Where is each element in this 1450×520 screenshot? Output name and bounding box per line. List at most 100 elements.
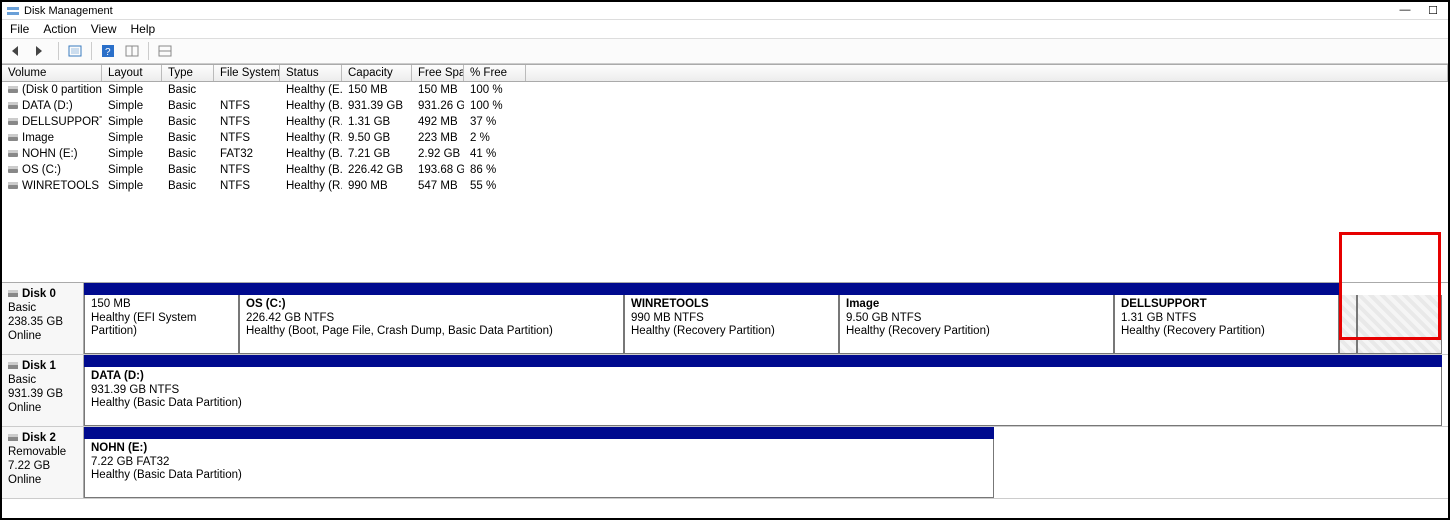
partition[interactable]: DATA (D:)931.39 GB NTFSHealthy (Basic Da…	[84, 367, 1442, 426]
disk-status: Online	[8, 473, 77, 487]
partition[interactable]: WINRETOOLS990 MB NTFSHealthy (Recovery P…	[624, 295, 839, 354]
window-title: Disk Management	[24, 5, 113, 17]
col-pctfree[interactable]: % Free	[464, 65, 526, 81]
cell-capacity: 9.50 GB	[342, 130, 412, 146]
partitions: NOHN (E:)7.22 GB FAT32Healthy (Basic Dat…	[84, 439, 1448, 498]
menu-help[interactable]: Help	[131, 22, 156, 36]
col-layout[interactable]: Layout	[102, 65, 162, 81]
cell-free: 223 MB	[412, 130, 464, 146]
cell-volume: WINRETOOLS	[2, 178, 102, 194]
cell-layout: Simple	[102, 162, 162, 178]
unallocated-space[interactable]	[1339, 295, 1357, 354]
disk-row[interactable]: Disk 0Basic238.35 GBOnline150 MBHealthy …	[2, 283, 1448, 355]
cell-volume: NOHN (E:)	[2, 146, 102, 162]
partition-strip: DATA (D:)931.39 GB NTFSHealthy (Basic Da…	[84, 355, 1448, 426]
disk-row[interactable]: Disk 2Removable7.22 GBOnlineNOHN (E:)7.2…	[2, 427, 1448, 499]
disk-row[interactable]: Disk 1Basic931.39 GBOnlineDATA (D:)931.3…	[2, 355, 1448, 427]
partition-status: Healthy (Recovery Partition)	[1121, 325, 1332, 339]
partition[interactable]: 150 MBHealthy (EFI System Partition)	[84, 295, 239, 354]
maximize-button[interactable]: ☐	[1426, 4, 1440, 17]
col-volume[interactable]: Volume	[2, 65, 102, 81]
cell-pctfree: 37 %	[464, 114, 526, 130]
cell-status: Healthy (B...	[280, 146, 342, 162]
volume-list[interactable]: (Disk 0 partition 1)SimpleBasicHealthy (…	[2, 82, 1448, 194]
back-button[interactable]	[8, 42, 28, 60]
titlebar: Disk Management — ☐	[2, 2, 1448, 20]
toolbar-icon-2[interactable]	[122, 42, 142, 60]
cell-pctfree: 55 %	[464, 178, 526, 194]
cell-fs: NTFS	[214, 98, 280, 114]
partition-info: 226.42 GB NTFS	[246, 312, 617, 326]
disk-type: Basic	[8, 301, 77, 315]
partition-info: 7.22 GB FAT32	[91, 456, 987, 470]
toolbar-icon-1[interactable]	[65, 42, 85, 60]
col-free[interactable]: Free Spa...	[412, 65, 464, 81]
cell-type: Basic	[162, 98, 214, 114]
toolbar: ?	[2, 39, 1448, 64]
cell-layout: Simple	[102, 114, 162, 130]
partition-status: Healthy (Recovery Partition)	[846, 325, 1107, 339]
partition-name: Image	[846, 298, 1107, 312]
cell-status: Healthy (R...	[280, 130, 342, 146]
menu-file[interactable]: File	[10, 22, 29, 36]
partition-status: Healthy (Basic Data Partition)	[91, 469, 987, 483]
cell-type: Basic	[162, 82, 214, 98]
disk-graphical-view: Disk 0Basic238.35 GBOnline150 MBHealthy …	[2, 282, 1448, 499]
volume-row[interactable]: NOHN (E:)SimpleBasicFAT32Healthy (B...7.…	[2, 146, 1448, 162]
cell-status: Healthy (R...	[280, 114, 342, 130]
volume-row[interactable]: OS (C:)SimpleBasicNTFSHealthy (B...226.4…	[2, 162, 1448, 178]
col-type[interactable]: Type	[162, 65, 214, 81]
cell-free: 150 MB	[412, 82, 464, 98]
volume-row[interactable]: ImageSimpleBasicNTFSHealthy (R...9.50 GB…	[2, 130, 1448, 146]
cell-status: Healthy (E...	[280, 82, 342, 98]
partition-strip: NOHN (E:)7.22 GB FAT32Healthy (Basic Dat…	[84, 427, 1448, 498]
unallocated-space[interactable]	[1357, 295, 1442, 354]
cell-layout: Simple	[102, 178, 162, 194]
disk-header[interactable]: Disk 0Basic238.35 GBOnline	[2, 283, 84, 354]
partition-name: DATA (D:)	[91, 370, 1435, 384]
volume-row[interactable]: WINRETOOLSSimpleBasicNTFSHealthy (R...99…	[2, 178, 1448, 194]
partition-name: DELLSUPPORT	[1121, 298, 1332, 312]
cell-type: Basic	[162, 130, 214, 146]
partition[interactable]: Image9.50 GB NTFSHealthy (Recovery Parti…	[839, 295, 1114, 354]
partition-name: NOHN (E:)	[91, 442, 987, 456]
disk-name: Disk 2	[8, 431, 77, 445]
cell-pctfree: 100 %	[464, 98, 526, 114]
disk-header[interactable]: Disk 1Basic931.39 GBOnline	[2, 355, 84, 426]
partition-status: Healthy (Boot, Page File, Crash Dump, Ba…	[246, 325, 617, 339]
partitions: 150 MBHealthy (EFI System Partition)OS (…	[84, 295, 1448, 354]
col-status[interactable]: Status	[280, 65, 342, 81]
disk-header[interactable]: Disk 2Removable7.22 GBOnline	[2, 427, 84, 498]
cell-free: 193.68 GB	[412, 162, 464, 178]
volume-list-header: Volume Layout Type File System Status Ca…	[2, 64, 1448, 82]
partition[interactable]: DELLSUPPORT1.31 GB NTFSHealthy (Recovery…	[1114, 295, 1339, 354]
volume-row[interactable]: (Disk 0 partition 1)SimpleBasicHealthy (…	[2, 82, 1448, 98]
partition[interactable]: OS (C:)226.42 GB NTFSHealthy (Boot, Page…	[239, 295, 624, 354]
volume-row[interactable]: DELLSUPPORTSimpleBasicNTFSHealthy (R...1…	[2, 114, 1448, 130]
minimize-button[interactable]: —	[1398, 4, 1412, 17]
menu-action[interactable]: Action	[43, 22, 76, 36]
disk-size: 931.39 GB	[8, 387, 77, 401]
menu-view[interactable]: View	[91, 22, 117, 36]
forward-button[interactable]	[32, 42, 52, 60]
col-fs[interactable]: File System	[214, 65, 280, 81]
help-button[interactable]: ?	[98, 42, 118, 60]
cell-fs: FAT32	[214, 146, 280, 162]
partition-status: Healthy (Recovery Partition)	[631, 325, 832, 339]
cell-status: Healthy (R...	[280, 178, 342, 194]
disk-size: 7.22 GB	[8, 459, 77, 473]
col-capacity[interactable]: Capacity	[342, 65, 412, 81]
partition-name: OS (C:)	[246, 298, 617, 312]
toolbar-icon-3[interactable]	[155, 42, 175, 60]
disk-name: Disk 1	[8, 359, 77, 373]
volume-row[interactable]: DATA (D:)SimpleBasicNTFSHealthy (B...931…	[2, 98, 1448, 114]
partition-info: 150 MB	[91, 298, 232, 312]
cell-free: 931.26 GB	[412, 98, 464, 114]
cell-volume: DATA (D:)	[2, 98, 102, 114]
partition[interactable]: NOHN (E:)7.22 GB FAT32Healthy (Basic Dat…	[84, 439, 994, 498]
cell-free: 2.92 GB	[412, 146, 464, 162]
menubar: File Action View Help	[2, 20, 1448, 39]
cell-type: Basic	[162, 146, 214, 162]
disk-type: Basic	[8, 373, 77, 387]
cell-fs: NTFS	[214, 162, 280, 178]
